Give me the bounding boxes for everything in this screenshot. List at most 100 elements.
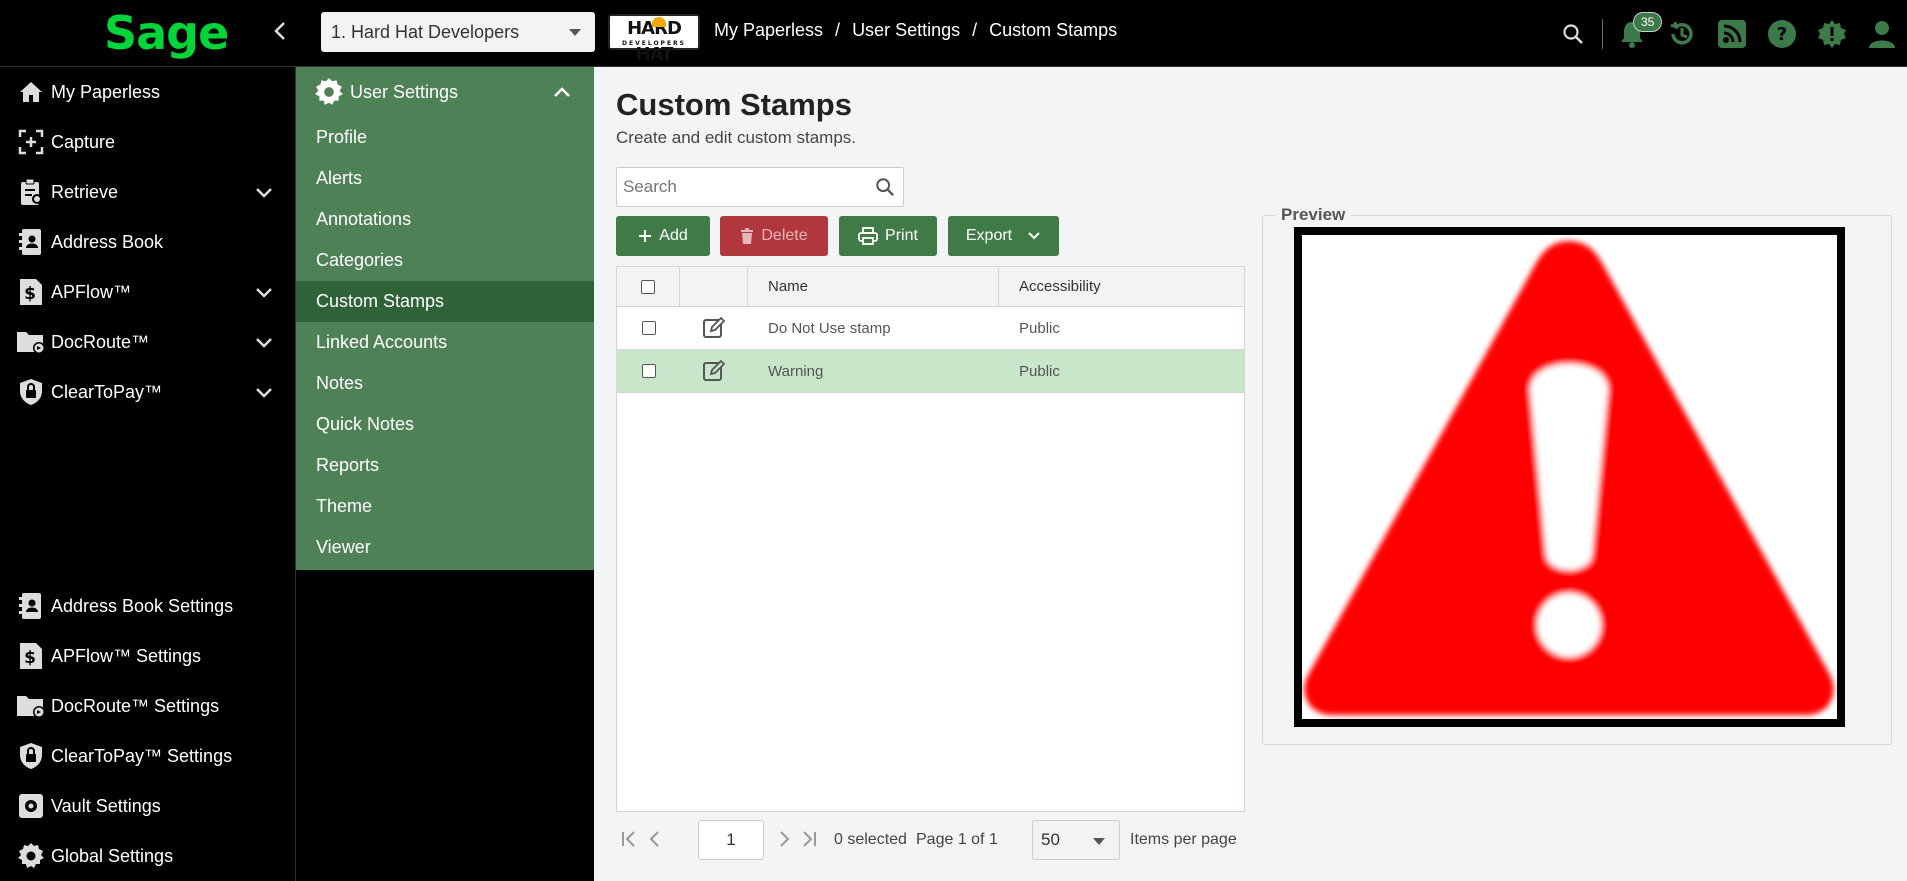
row-accessibility: Public: [1019, 319, 1060, 337]
warning-triangle-icon: [1304, 241, 1834, 715]
print-button[interactable]: Print: [839, 216, 937, 256]
submenu-profile[interactable]: Profile: [296, 117, 594, 158]
page-info: Page 1 of 1: [916, 831, 998, 848]
add-button[interactable]: Add: [616, 216, 710, 256]
nav-vault-settings[interactable]: Vault Settings: [0, 786, 296, 826]
breadcrumb-custom-stamps: Custom Stamps: [989, 20, 1118, 40]
rss-button[interactable]: [1707, 14, 1757, 54]
alert-badge-icon: [1818, 19, 1846, 48]
top-bar: Sage 1. Hard Hat Developers HARD HAT DEV…: [0, 0, 1907, 67]
nav-docroute-settings[interactable]: DocRoute™ Settings: [0, 686, 296, 726]
preview-legend: Preview: [1275, 205, 1352, 225]
last-page-icon[interactable]: [800, 830, 818, 848]
submenu-quick-notes[interactable]: Quick Notes: [296, 404, 594, 445]
plus-icon: [639, 230, 652, 242]
column-header-accessibility[interactable]: Accessibility: [999, 267, 1244, 306]
nav-apflow[interactable]: $ APFlow™: [0, 272, 296, 312]
submenu-title: User Settings: [350, 81, 459, 102]
search-icon[interactable]: [875, 177, 895, 197]
edit-icon[interactable]: [702, 316, 726, 340]
column-header-name[interactable]: Name: [748, 267, 999, 306]
chevron-up-icon: [554, 87, 570, 97]
submenu-theme[interactable]: Theme: [296, 486, 594, 527]
nav-cleartopay-settings[interactable]: ClearToPay™ Settings: [0, 736, 296, 776]
breadcrumb-separator: /: [835, 20, 841, 40]
breadcrumb-my-paperless[interactable]: My Paperless: [714, 20, 823, 41]
preview-frame: [1294, 227, 1845, 727]
chevron-down-icon: [256, 288, 272, 298]
submenu-alerts[interactable]: Alerts: [296, 158, 594, 199]
submenu-notes[interactable]: Notes: [296, 363, 594, 404]
first-page-icon[interactable]: [620, 830, 638, 848]
table-row[interactable]: Do Not Use stamp Public: [617, 307, 1244, 350]
chevron-down-icon: [256, 338, 272, 348]
row-accessibility: Public: [1019, 362, 1060, 380]
submenu-annotations[interactable]: Annotations: [296, 199, 594, 240]
search-button[interactable]: [1548, 14, 1598, 54]
divider: [1602, 18, 1603, 49]
breadcrumb-user-settings[interactable]: User Settings: [852, 20, 960, 41]
main-content: Custom Stamps Create and edit custom sta…: [594, 67, 1907, 881]
nav-apflow-settings[interactable]: $ APFlow™ Settings: [0, 636, 296, 676]
user-settings-header[interactable]: User Settings: [296, 67, 594, 117]
nav-docroute[interactable]: DocRoute™: [0, 322, 296, 362]
nav-retrieve[interactable]: Retrieve: [0, 172, 296, 212]
page-number-input[interactable]: 1: [698, 820, 764, 860]
collapse-nav-button[interactable]: [266, 16, 294, 48]
edit-icon[interactable]: [702, 359, 726, 383]
edit-column-header: [680, 267, 748, 306]
row-name: Warning: [768, 362, 824, 380]
select-all-checkbox[interactable]: [641, 279, 655, 294]
top-icons: 35 ?: [1548, 0, 1907, 67]
submenu-reports[interactable]: Reports: [296, 445, 594, 486]
next-page-icon[interactable]: [777, 830, 791, 848]
folder-route-icon: [16, 327, 46, 357]
svg-text:$: $: [24, 648, 36, 668]
alerts-button[interactable]: [1807, 14, 1857, 54]
search-input[interactable]: [617, 168, 857, 206]
shield-lock-icon: [16, 741, 46, 771]
nav-my-paperless[interactable]: My Paperless: [0, 72, 296, 112]
nav-global-settings[interactable]: Global Settings: [0, 836, 296, 876]
printer-icon: [858, 227, 878, 245]
address-book-icon: [16, 227, 46, 257]
vault-gear-icon: [16, 791, 46, 821]
breadcrumb: My Paperless / User Settings / Custom St…: [714, 20, 1117, 41]
row-checkbox[interactable]: [641, 321, 656, 335]
submenu-linked-accounts[interactable]: Linked Accounts: [296, 322, 594, 363]
notifications-button[interactable]: 35: [1607, 11, 1663, 54]
prev-page-icon[interactable]: [648, 830, 662, 848]
nav-address-book-settings[interactable]: Address Book Settings: [0, 586, 296, 626]
help-button[interactable]: ?: [1757, 14, 1807, 54]
submenu-categories[interactable]: Categories: [296, 240, 594, 281]
svg-text:?: ?: [1777, 24, 1787, 45]
gear-icon: [16, 841, 46, 871]
user-button[interactable]: [1857, 14, 1907, 54]
company-select[interactable]: 1. Hard Hat Developers: [321, 12, 595, 52]
svg-text:$: $: [24, 284, 36, 304]
pager: 1 0 selected Page 1 of 1 50 Items per pa…: [616, 820, 1256, 860]
export-button[interactable]: Export: [948, 216, 1059, 256]
submenu-custom-stamps[interactable]: Custom Stamps: [296, 281, 594, 322]
row-name: Do Not Use stamp: [768, 319, 891, 337]
items-per-page-label: Items per page: [1130, 831, 1237, 848]
company-select-value: 1. Hard Hat Developers: [331, 22, 520, 42]
delete-button[interactable]: Delete: [720, 216, 828, 256]
history-button[interactable]: [1657, 14, 1707, 54]
chevron-down-icon: [256, 188, 272, 198]
row-checkbox[interactable]: [641, 364, 656, 378]
nav-capture[interactable]: Capture: [0, 122, 296, 162]
caret-down-icon: [1093, 838, 1105, 845]
gear-icon: [315, 78, 343, 105]
user-icon: [1869, 20, 1895, 48]
search-icon: [1563, 23, 1583, 44]
submenu-viewer[interactable]: Viewer: [296, 527, 594, 568]
chevron-left-icon: [274, 22, 285, 40]
nav-address-book[interactable]: Address Book: [0, 222, 296, 262]
items-per-page-select[interactable]: 50: [1032, 820, 1120, 860]
home-icon: [16, 77, 46, 107]
nav-cleartopay[interactable]: ClearToPay™: [0, 372, 296, 412]
preview-panel: Preview: [1262, 205, 1892, 745]
dollar-doc-icon: $: [16, 277, 46, 307]
table-row[interactable]: Warning Public: [617, 350, 1244, 393]
